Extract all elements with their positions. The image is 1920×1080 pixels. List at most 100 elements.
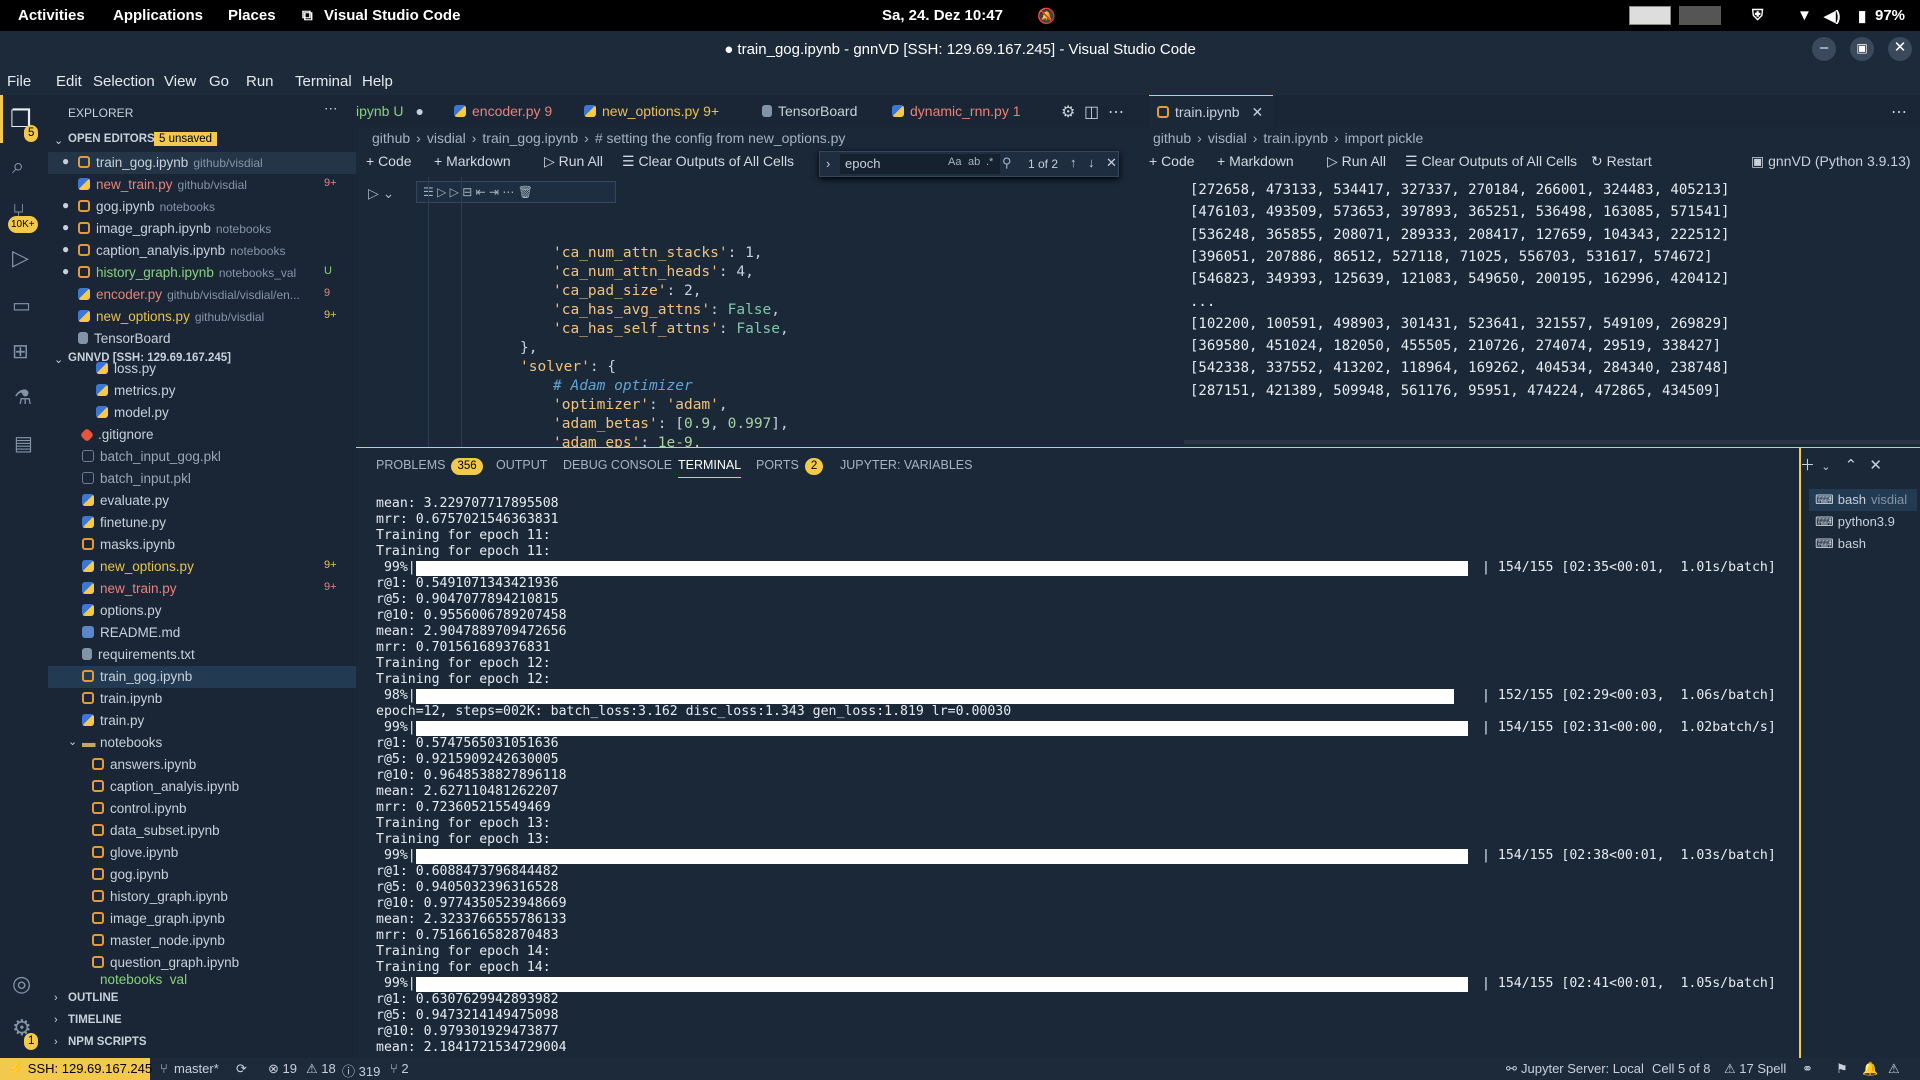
- menu-selection[interactable]: Selection: [93, 73, 155, 90]
- toolbar-button-0[interactable]: + Code: [366, 153, 412, 169]
- warning-count[interactable]: ⚠ 18: [306, 1061, 336, 1077]
- match-case-icon[interactable]: Aa: [948, 156, 961, 168]
- file-item[interactable]: .gitignore: [48, 424, 356, 446]
- outline-section[interactable]: › OUTLINE: [48, 989, 356, 1011]
- panel-tab-debug-console[interactable]: DEBUG CONSOLE: [563, 458, 672, 472]
- live-share-icon[interactable]: ⚭: [1802, 1061, 1813, 1077]
- info-count[interactable]: ⓘ 319: [342, 1061, 380, 1080]
- file-item[interactable]: requirements.txt: [48, 644, 356, 666]
- add-terminal-icon[interactable]: ＋: [1800, 457, 1815, 474]
- toolbar-button-0[interactable]: + Code: [1149, 153, 1195, 169]
- open-editor-item[interactable]: ● train_gog.ipynb github/visdial: [48, 152, 356, 174]
- file-item[interactable]: new_train.py 9+: [48, 578, 356, 600]
- file-item[interactable]: question_graph.ipynb: [48, 952, 356, 974]
- panel-tab-terminal[interactable]: TERMINAL: [678, 458, 742, 478]
- current-app-label[interactable]: Visual Studio Code: [324, 7, 460, 24]
- tab-3[interactable]: TensorBoard: [752, 95, 857, 127]
- spell-check[interactable]: ⚠ 17 Spell: [1724, 1061, 1786, 1077]
- folder-notebooks[interactable]: ⌄ ▬ notebooks: [48, 732, 356, 754]
- terminal-instance-2[interactable]: ⌨ bash: [1809, 533, 1917, 555]
- open-editor-item[interactable]: encoder.py github/visdial/visdial/en... 9: [48, 284, 356, 306]
- menu-edit[interactable]: Edit: [56, 73, 82, 90]
- menu-terminal[interactable]: Terminal: [295, 73, 352, 90]
- file-item[interactable]: answers.ipynb: [48, 754, 356, 776]
- workspace-1-thumb[interactable]: [1629, 6, 1671, 25]
- file-item[interactable]: history_graph.ipynb: [48, 886, 356, 908]
- remote-indicator[interactable]: ⚡ SSH: 129.69.167.245: [0, 1058, 152, 1080]
- file-item[interactable]: model.py: [48, 402, 356, 424]
- file-item[interactable]: evaluate.py: [48, 490, 356, 512]
- toolbar-button-3[interactable]: ☰ Clear Outputs of All Cells: [622, 153, 794, 170]
- folder-notebooks-val[interactable]: notebooks_val: [48, 974, 356, 986]
- battery-icon[interactable]: ▮: [1858, 7, 1866, 25]
- menu-help[interactable]: Help: [362, 73, 393, 90]
- open-editor-item[interactable]: ● caption_analyis.ipynb notebooks: [48, 240, 356, 262]
- file-item[interactable]: data_subset.ipynb: [48, 820, 356, 842]
- branch-name[interactable]: master*: [174, 1061, 219, 1076]
- extensions-icon[interactable]: ⊞: [12, 339, 29, 364]
- file-item[interactable]: glove.ipynb: [48, 842, 356, 864]
- arrow-up-icon[interactable]: ↑: [1070, 155, 1077, 170]
- file-item[interactable]: train_gog.ipynb: [48, 666, 356, 688]
- tab-0[interactable]: ipynb U ●: [356, 95, 424, 127]
- arrow-down-icon[interactable]: ↓: [1088, 155, 1095, 170]
- applications-menu[interactable]: Applications: [113, 7, 203, 24]
- accounts-icon[interactable]: ◎: [12, 971, 31, 997]
- tab-1[interactable]: encoder.py 9: [444, 95, 552, 127]
- terminal-instance-0[interactable]: ⌨ bash visdial: [1809, 489, 1917, 511]
- file-item[interactable]: gog.ipynb: [48, 864, 356, 886]
- activities-button[interactable]: Activities: [18, 7, 85, 24]
- open-editor-item[interactable]: TensorBoard: [48, 328, 356, 350]
- regex-icon[interactable]: .*: [986, 156, 993, 168]
- maximize-icon[interactable]: ▣: [1850, 37, 1874, 61]
- unsaved-dot[interactable]: ●: [62, 220, 69, 234]
- jupyter-server[interactable]: Jupyter Server: Local: [1521, 1061, 1644, 1076]
- panel-tab-jupyter-variables[interactable]: JUPYTER: VARIABLES: [840, 458, 972, 472]
- wifi-icon[interactable]: ▼: [1797, 7, 1812, 24]
- panel-tab-problems[interactable]: PROBLEMS 356: [376, 458, 483, 475]
- toolbar-button-3[interactable]: ☰ Clear Outputs of All Cells: [1405, 153, 1577, 170]
- unsaved-dot[interactable]: ●: [62, 264, 69, 278]
- close-icon[interactable]: ✕: [1251, 104, 1263, 120]
- file-item[interactable]: options.py: [48, 600, 356, 622]
- terminal-divider[interactable]: [1799, 448, 1801, 1059]
- toolbar-button-4[interactable]: ↻ Restart: [1591, 153, 1652, 170]
- file-item[interactable]: image_graph.ipynb: [48, 908, 356, 930]
- tab-4[interactable]: dynamic_rnn.py 1: [882, 95, 1021, 127]
- testing-icon[interactable]: ⚗: [14, 385, 32, 410]
- more-actions-icon[interactable]: ⋯: [1891, 102, 1907, 122]
- unsaved-dot[interactable]: ●: [415, 103, 423, 119]
- file-item[interactable]: masks.ipynb: [48, 534, 356, 556]
- unsaved-dot[interactable]: ●: [62, 198, 69, 212]
- open-editor-item[interactable]: ● gog.ipynb notebooks: [48, 196, 356, 218]
- more-actions-icon[interactable]: ⋯: [324, 101, 338, 117]
- close-icon[interactable]: ✕: [1888, 37, 1912, 61]
- tab-2[interactable]: new_options.py 9+: [574, 95, 719, 127]
- sync-icon[interactable]: ⟳: [236, 1061, 247, 1077]
- open-editors-header[interactable]: ⌄ OPEN EDITORS 5 unsaved: [48, 130, 356, 152]
- open-editor-item[interactable]: new_options.py github/visdial 9+: [48, 306, 356, 328]
- places-menu[interactable]: Places: [228, 7, 276, 24]
- cell-position[interactable]: Cell 5 of 8: [1652, 1061, 1711, 1076]
- kernel-picker[interactable]: ▣ gnnVD (Python 3.9.13): [1751, 153, 1911, 170]
- more-actions-icon[interactable]: ⋯: [1108, 102, 1124, 122]
- search-icon[interactable]: ⌕: [12, 153, 24, 179]
- terminal-instance-1[interactable]: ⌨ python3.9: [1809, 511, 1917, 533]
- feedback-icon[interactable]: ⚑: [1836, 1061, 1848, 1077]
- npm-scripts-section[interactable]: › NPM SCRIPTS: [48, 1033, 356, 1055]
- tab-train-ipynb[interactable]: train.ipynb ✕: [1149, 95, 1274, 127]
- file-item[interactable]: caption_analyis.ipynb: [48, 776, 356, 798]
- split-editor-icon[interactable]: ◫: [1084, 102, 1099, 122]
- menu-view[interactable]: View: [164, 73, 196, 90]
- file-item[interactable]: batch_input.pkl: [48, 468, 356, 490]
- menu-go[interactable]: Go: [209, 73, 229, 90]
- toolbar-button-1[interactable]: + Markdown: [1217, 153, 1294, 169]
- unsaved-dot[interactable]: ●: [62, 154, 69, 168]
- open-editor-item[interactable]: ● history_graph.ipynb notebooks_val U: [48, 262, 356, 284]
- file-item[interactable]: finetune.py: [48, 512, 356, 534]
- open-editor-item[interactable]: ● image_graph.ipynb notebooks: [48, 218, 356, 240]
- shield-icon[interactable]: ⛨: [1752, 7, 1763, 24]
- file-item[interactable]: master_node.ipynb: [48, 930, 356, 952]
- maximize-panel-icon[interactable]: ⌃: [1845, 457, 1858, 474]
- gear-icon[interactable]: ⚙: [1061, 102, 1075, 122]
